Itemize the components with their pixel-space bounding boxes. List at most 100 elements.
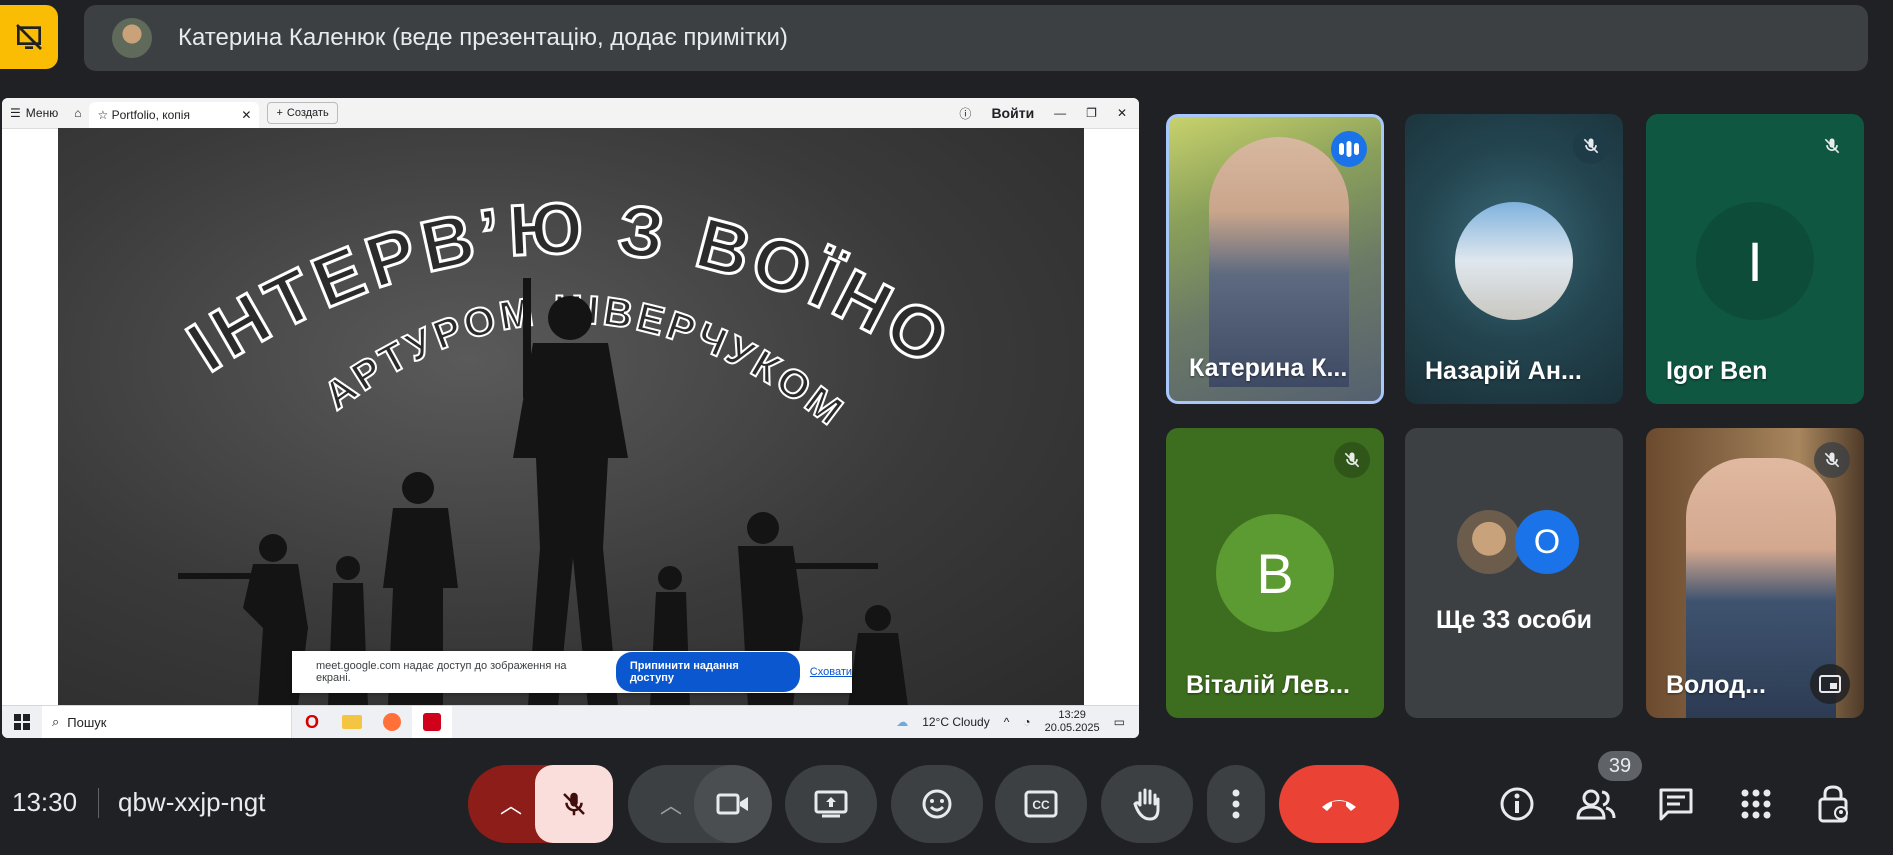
mic-off-indicator xyxy=(1814,442,1850,478)
shared-screen: ☰ Меню ⌂ ☆ Portfolio, копія ✕ + Создать … xyxy=(2,98,1139,738)
close-tab-icon[interactable]: ✕ xyxy=(241,108,251,122)
more-participants-tile[interactable]: O Ще 33 особи xyxy=(1405,428,1623,718)
people-icon xyxy=(1576,789,1616,820)
present-screen-icon xyxy=(814,790,848,818)
more-options-button[interactable] xyxy=(1207,765,1265,843)
mic-off-icon xyxy=(1824,138,1840,154)
mic-off-icon xyxy=(1824,452,1840,468)
chat-icon xyxy=(1659,788,1693,821)
windows-start-button[interactable] xyxy=(2,714,42,730)
cloud-icon: ☁ xyxy=(896,715,909,729)
raise-hand-button[interactable] xyxy=(1101,765,1193,843)
slide-title-main: ІНТЕРВ’Ю З ВОЇНОМ xyxy=(58,128,966,387)
create-label: Создать xyxy=(286,107,329,119)
camera-toggle-button[interactable] xyxy=(694,765,772,843)
browser-menu[interactable]: ☰ Меню xyxy=(2,98,66,128)
minimize-icon[interactable]: — xyxy=(1054,106,1066,120)
home-button[interactable]: ⌂ xyxy=(66,98,89,128)
host-controls-button[interactable] xyxy=(1810,780,1858,828)
participant-tile[interactable]: Назарій Ан... xyxy=(1405,114,1623,404)
captions-button[interactable]: CC xyxy=(995,765,1087,843)
taskbar-date: 20.05.2025 xyxy=(1044,722,1100,734)
home-icon: ⌂ xyxy=(74,106,82,120)
bottom-divider xyxy=(98,788,99,818)
chevron-up-icon: ︿ xyxy=(659,793,682,818)
weather-text: 12°C Cloudy xyxy=(922,715,990,729)
microphone-toggle-button[interactable] xyxy=(535,765,613,843)
login-button[interactable]: Войти xyxy=(991,105,1034,121)
windows-logo-icon xyxy=(14,714,30,730)
opera-app-icon[interactable]: O xyxy=(292,706,332,738)
participant-avatar xyxy=(1455,202,1573,320)
help-icon[interactable]: ⓘ xyxy=(959,105,971,122)
presentation-slide: ІНТЕРВ’Ю З ВОЇНОМ АРТУРОМ НІВЕРЧУКОМ xyxy=(58,128,1084,706)
participant-tile[interactable]: Катерина К... xyxy=(1166,114,1384,404)
closed-captions-icon: CC xyxy=(1024,790,1058,818)
meeting-code[interactable]: qbw-xxjp-ngt xyxy=(118,787,265,818)
notification-icon[interactable]: ▭ xyxy=(1114,715,1125,729)
browser-toolbar: ☰ Меню ⌂ ☆ Portfolio, копія ✕ + Создать … xyxy=(2,98,1139,129)
firefox-icon[interactable] xyxy=(372,706,412,738)
activities-button[interactable] xyxy=(1732,780,1780,828)
meeting-clock: 13:30 xyxy=(12,787,78,817)
chevron-up-icon: ︿ xyxy=(499,793,522,818)
reactions-button[interactable] xyxy=(891,765,983,843)
close-window-icon[interactable]: ✕ xyxy=(1117,106,1127,120)
taskbar-clock[interactable]: 13:29 20.05.2025 xyxy=(1045,709,1100,735)
participant-name: Катерина К... xyxy=(1189,354,1348,382)
wifi-icon[interactable]: ◔ xyxy=(1023,715,1030,729)
picture-in-picture-button[interactable] xyxy=(1810,664,1850,704)
pdf-reader-icon[interactable] xyxy=(412,706,452,738)
presentation-pin-button[interactable] xyxy=(0,5,58,69)
screen-share-notice: meet.google.com надає доступ до зображен… xyxy=(292,651,852,693)
taskbar-time: 13:29 xyxy=(1058,709,1086,721)
present-screen-button[interactable] xyxy=(785,765,877,843)
slide-artwork: ІНТЕРВ’Ю З ВОЇНОМ АРТУРОМ НІВЕРЧУКОМ xyxy=(58,128,966,706)
search-icon: ⌕ xyxy=(52,714,60,729)
chat-button[interactable] xyxy=(1652,780,1700,828)
apps-grid-icon xyxy=(1741,789,1771,819)
audio-levels-icon xyxy=(1339,141,1359,157)
leave-call-button[interactable] xyxy=(1279,765,1399,843)
more-vert-icon xyxy=(1232,789,1240,819)
mic-off-icon xyxy=(1344,452,1360,468)
presenter-name: Катерина Каленюк (веде презентацію, дода… xyxy=(178,24,788,51)
people-button[interactable] xyxy=(1572,780,1620,828)
browser-tab-title: Portfolio, копія xyxy=(111,108,190,122)
participant-name: Igor Ben xyxy=(1666,357,1768,385)
participant-avatar: I xyxy=(1696,202,1814,320)
participant-tile[interactable]: Волод... xyxy=(1646,428,1864,718)
mic-off-indicator xyxy=(1573,128,1609,164)
hamburger-icon: ☰ xyxy=(10,106,21,120)
taskbar-search[interactable]: ⌕ Пошук xyxy=(42,706,292,738)
participant-avatar: O xyxy=(1515,510,1579,574)
participant-name: Віталій Лев... xyxy=(1186,671,1350,699)
stop-sharing-button[interactable]: Припинити надання доступу xyxy=(615,652,800,692)
participant-count-badge: 39 xyxy=(1598,751,1642,781)
browser-menu-label: Меню xyxy=(25,106,59,120)
participant-video xyxy=(1209,137,1349,387)
star-icon: ☆ xyxy=(97,108,109,122)
participant-avatar xyxy=(1457,510,1521,574)
participant-avatar: B xyxy=(1216,514,1334,632)
mic-off-indicator xyxy=(1814,128,1850,164)
plus-icon: + xyxy=(276,107,283,119)
hand-icon xyxy=(1133,788,1160,821)
presenter-banner: Катерина Каленюк (веде презентацію, дода… xyxy=(84,5,1868,71)
file-explorer-icon[interactable] xyxy=(332,706,372,738)
meeting-details-button[interactable] xyxy=(1493,780,1541,828)
info-icon xyxy=(1500,787,1534,821)
create-button[interactable]: + Создать xyxy=(267,102,338,124)
svg-text:CC: CC xyxy=(1032,798,1050,812)
restore-icon[interactable]: ❐ xyxy=(1086,106,1097,120)
picture-in-picture-icon xyxy=(1819,675,1841,693)
browser-tab[interactable]: ☆ Portfolio, копія ✕ xyxy=(89,102,260,128)
camera-icon xyxy=(716,793,748,815)
hide-notice-link[interactable]: Сховати xyxy=(810,666,852,678)
participant-tile[interactable]: I Igor Ben xyxy=(1646,114,1864,404)
lock-person-icon xyxy=(1818,785,1848,823)
share-notice-text: meet.google.com надає доступ до зображен… xyxy=(316,660,567,684)
tray-chevron-icon[interactable]: ^ xyxy=(1004,715,1010,729)
more-participants-label: Ще 33 особи xyxy=(1435,606,1592,634)
participant-tile[interactable]: B Віталій Лев... xyxy=(1166,428,1384,718)
